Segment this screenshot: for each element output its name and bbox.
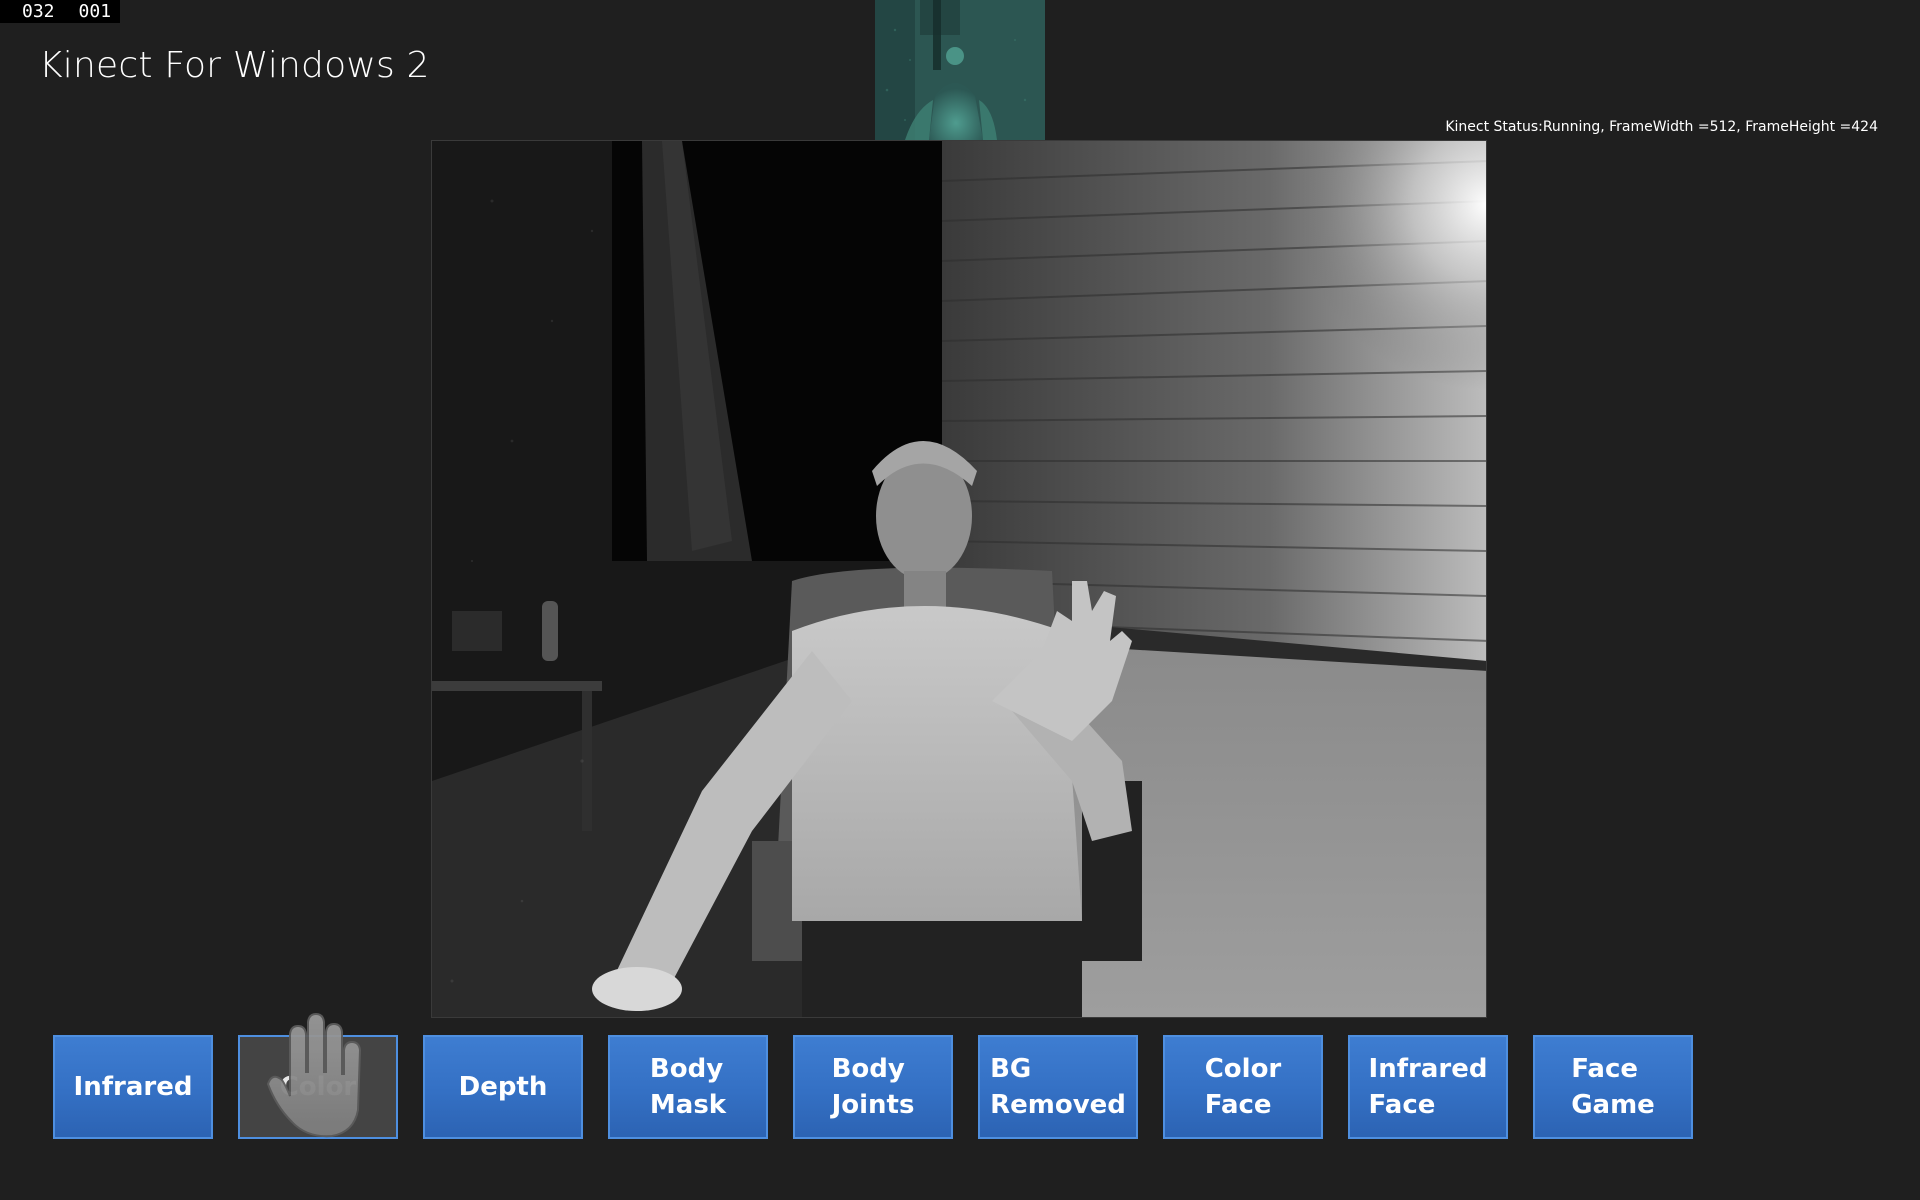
button-label: Color	[279, 1072, 357, 1102]
face-game-button[interactable]: Face Game	[1533, 1035, 1693, 1139]
kinect-status-text: Kinect Status:Running, FrameWidth =512, …	[1445, 119, 1878, 135]
body-mask-button[interactable]: Body Mask	[608, 1035, 768, 1139]
counter-right: 001	[78, 1, 112, 22]
button-label: Infrared	[73, 1072, 193, 1102]
infrared-face-button[interactable]: Infrared Face	[1348, 1035, 1508, 1139]
color-button[interactable]: Color	[238, 1035, 398, 1139]
infrared-camera-feed	[431, 140, 1487, 1018]
app-window: 032 001 Kinect For Windows 2 Kinect Stat…	[0, 0, 1920, 1200]
color-face-button[interactable]: Color Face	[1163, 1035, 1323, 1139]
page-title: Kinect For Windows 2	[39, 45, 430, 86]
button-label: Body Joints	[831, 1054, 915, 1120]
depth-button[interactable]: Depth	[423, 1035, 583, 1139]
button-label: Face Game	[1571, 1054, 1655, 1120]
bg-removed-button[interactable]: BG Removed	[978, 1035, 1138, 1139]
counter-left: 032	[22, 1, 55, 22]
mode-button-bar: Infrared Color Depth Body Mask Body Join…	[53, 1035, 1693, 1139]
button-label: Body Mask	[649, 1054, 727, 1120]
button-label: Depth	[458, 1072, 548, 1102]
depth-preview-thumbnail	[875, 0, 1045, 140]
button-label: Infrared Face	[1368, 1054, 1488, 1120]
button-label: Color Face	[1204, 1054, 1282, 1120]
infrared-button[interactable]: Infrared	[53, 1035, 213, 1139]
frame-counter: 032 001	[0, 0, 120, 23]
body-joints-button[interactable]: Body Joints	[793, 1035, 953, 1139]
button-label: BG Removed	[990, 1054, 1126, 1120]
